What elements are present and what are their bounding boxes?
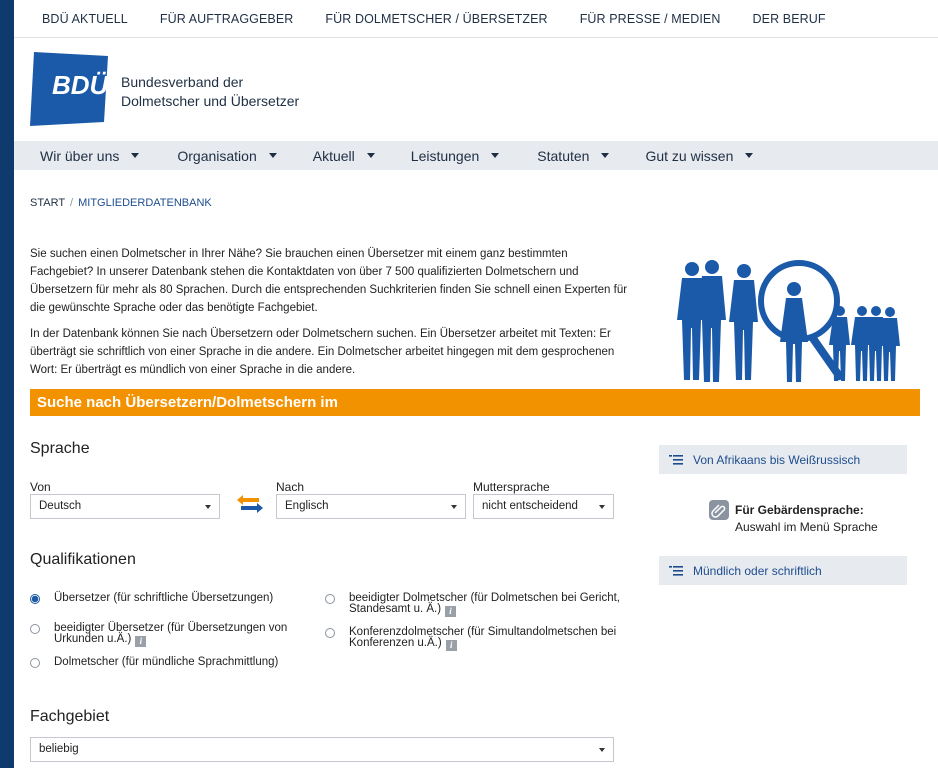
fachgebiet-heading: Fachgebiet (30, 708, 110, 725)
radio-unselected-icon (30, 658, 40, 668)
organization-name-line2: Dolmetscher und Übersetzer (121, 93, 300, 109)
page: BDÜ AKTUELL FÜR AUFTRAGGEBER FÜR DOLMETS… (14, 0, 938, 768)
radio-dolmetscher[interactable]: Dolmetscher (für mündliche Sprachmittlun… (30, 656, 320, 668)
info-icon[interactable]: i (445, 640, 457, 651)
topnav-bdue-aktuell[interactable]: BDÜ AKTUELL (42, 12, 128, 26)
info-icon[interactable]: i (135, 636, 147, 647)
radio-unselected-icon (325, 628, 335, 638)
intro-paragraph-1: Sie suchen einen Dolmetscher in Ihrer Nä… (30, 248, 628, 314)
search-banner: Suche nach Übersetzern/Dolmetschern im (30, 389, 920, 416)
caret-down-icon (601, 153, 610, 158)
radio-beeidigter-dolmetscher[interactable]: beeidigter Dolmetscher (für Dolmetschen … (325, 592, 621, 617)
caret-down-icon (366, 153, 375, 158)
intro-paragraph-2: In der Datenbank können Sie nach Überset… (30, 328, 615, 376)
muttersprache-select[interactable]: nicht entscheidend (473, 494, 614, 519)
nach-select-value: Englisch (285, 500, 329, 512)
swap-languages-icon[interactable] (235, 493, 265, 515)
muendlich-schriftlich-link[interactable]: Mündlich oder schriftlich (659, 556, 907, 585)
nav-leistungen[interactable]: Leistungen (411, 148, 500, 164)
radio-label-wrap: Konferenzdolmetscher (für Simultandolmet… (349, 626, 620, 651)
caret-down-icon (745, 153, 754, 158)
radio-unselected-icon (30, 624, 40, 634)
gebaerdensprache-subtitle: Auswahl im Menü Sprache (735, 520, 878, 534)
sprache-heading: Sprache (30, 440, 90, 457)
fachgebiet-select-value: beliebig (39, 743, 79, 755)
sprachen-list-link[interactable]: Von Afrikaans bis Weißrussisch (659, 445, 907, 474)
muttersprache-select-value: nicht entscheidend (482, 500, 578, 512)
caret-down-icon (491, 153, 500, 158)
nav-label: Wir über uns (40, 147, 120, 164)
radio-label: beeidigter Übersetzer (für Übersetzungen… (54, 622, 288, 645)
nav-label: Organisation (177, 147, 257, 164)
radio-unselected-icon (325, 594, 335, 604)
bdue-logo[interactable]: BDÜ (30, 52, 108, 126)
breadcrumb-start[interactable]: START (30, 197, 65, 209)
people-magnifier-illustration (677, 260, 900, 382)
nav-gut-zu-wissen[interactable]: Gut zu wissen (645, 147, 754, 164)
radio-beeidigter-uebersetzer[interactable]: beeidigter Übersetzer (für Übersetzungen… (30, 622, 320, 647)
caret-down-icon (599, 748, 605, 752)
radio-konferenzdolmetscher[interactable]: Konferenzdolmetscher (für Simultandolmet… (325, 626, 620, 651)
info-icon[interactable]: i (445, 606, 457, 617)
breadcrumb-current[interactable]: MITGLIEDERDATENBANK (78, 197, 212, 209)
caret-down-icon (131, 153, 140, 158)
radio-label: Übersetzer (für schriftliche Übersetzung… (54, 592, 274, 604)
von-label: Von (30, 480, 51, 494)
nav-label: Statuten (537, 147, 590, 164)
fachgebiet-select[interactable]: beliebig (30, 737, 614, 762)
radio-label: Dolmetscher (für mündliche Sprachmittlun… (54, 656, 279, 668)
organization-name-line1: Bundesverband der (121, 74, 244, 90)
gebaerdensprache-hint: Für Gebärdensprache: Auswahl im Menü Spr… (735, 502, 878, 536)
radio-selected-icon (30, 594, 40, 604)
breadcrumb-separator: / (70, 197, 74, 209)
main-navigation: Wir über uns Organisation Aktuell Leistu… (14, 141, 938, 170)
radio-uebersetzer[interactable]: Übersetzer (für schriftliche Übersetzung… (30, 592, 320, 604)
muendlich-schriftlich-link-label: Mündlich oder schriftlich (693, 563, 822, 578)
topnav-auftraggeber[interactable]: FÜR AUFTRAGGEBER (160, 12, 294, 26)
nav-label: Leistungen (410, 147, 480, 164)
paperclip-icon (709, 500, 729, 520)
caret-down-icon (205, 505, 211, 509)
radio-label-wrap: beeidigter Dolmetscher (für Dolmetschen … (349, 592, 621, 617)
radio-label: beeidigter Dolmetscher (für Dolmetschen … (349, 592, 621, 615)
logo-text: BDÜ (52, 70, 109, 100)
nav-organisation[interactable]: Organisation (177, 147, 277, 164)
nav-label: Aktuell (312, 147, 355, 164)
organization-name: Bundesverband der Dolmetscher und Überse… (121, 73, 299, 111)
topnav-dolmetscher-uebersetzer[interactable]: FÜR DOLMETSCHER / ÜBERSETZER (325, 12, 547, 26)
nav-aktuell[interactable]: Aktuell (313, 148, 375, 164)
list-icon (669, 454, 683, 465)
gebaerdensprache-title: Für Gebärdensprache: (735, 503, 864, 517)
qualifikationen-heading: Qualifikationen (30, 551, 136, 568)
von-select[interactable]: Deutsch (30, 494, 220, 519)
nav-label: Gut zu wissen (645, 147, 734, 164)
nav-wir-ueber-uns[interactable]: Wir über uns (40, 147, 140, 164)
nach-label: Nach (276, 480, 305, 494)
caret-down-icon (268, 153, 277, 158)
caret-down-icon (451, 505, 457, 509)
topnav-presse-medien[interactable]: FÜR PRESSE / MEDIEN (580, 12, 721, 26)
top-navigation: BDÜ AKTUELL FÜR AUFTRAGGEBER FÜR DOLMETS… (14, 0, 938, 38)
nav-statuten[interactable]: Statuten (537, 147, 610, 164)
intro-text: Sie suchen einen Dolmetscher in Ihrer Nä… (30, 245, 630, 387)
caret-down-icon (599, 505, 605, 509)
topnav-der-beruf[interactable]: DER BERUF (753, 12, 826, 26)
list-icon (669, 565, 683, 576)
radio-label: Konferenzdolmetscher (für Simultandolmet… (349, 626, 617, 649)
breadcrumb: START / MITGLIEDERDATENBANK (30, 197, 212, 209)
von-select-value: Deutsch (39, 500, 82, 512)
radio-label-wrap: beeidigter Übersetzer (für Übersetzungen… (54, 622, 320, 647)
sprachen-list-link-label: Von Afrikaans bis Weißrussisch (693, 452, 861, 467)
muttersprache-label: Muttersprache (473, 480, 550, 494)
nach-select[interactable]: Englisch (276, 494, 466, 519)
